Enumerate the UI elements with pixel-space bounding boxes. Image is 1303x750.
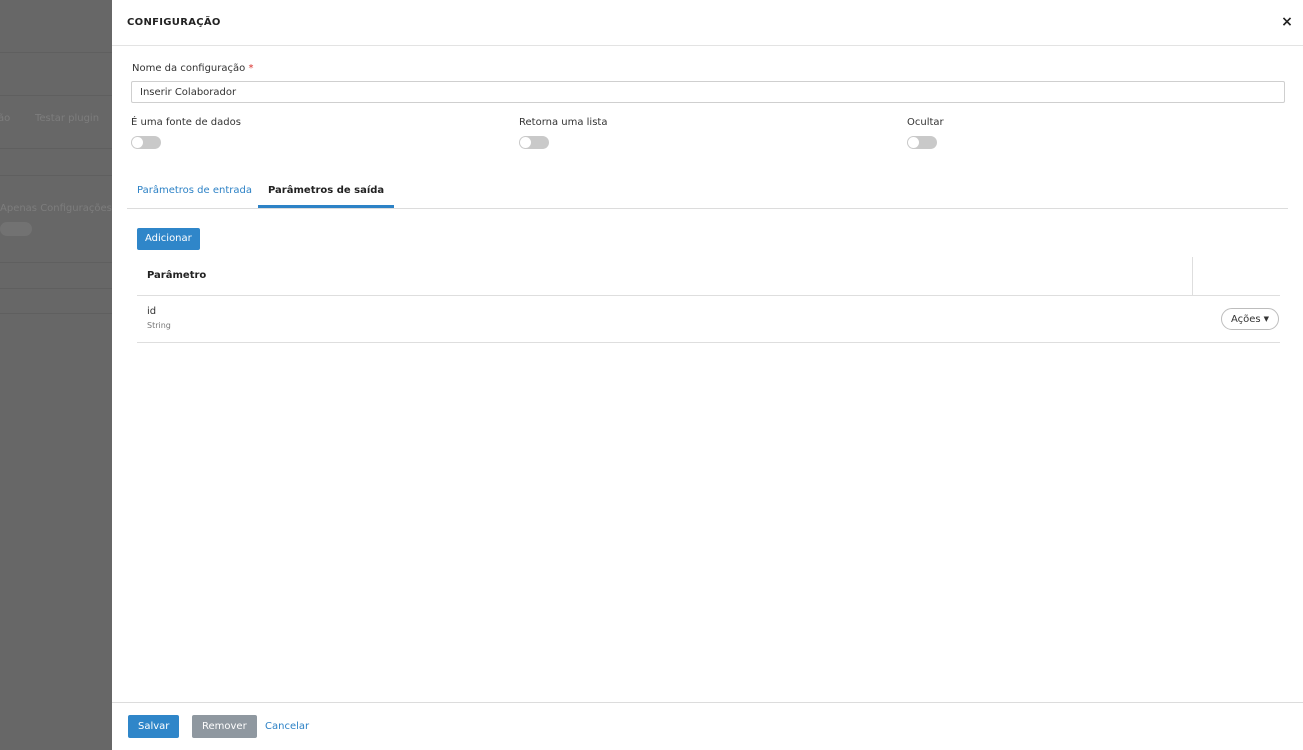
backdrop-divider [0,262,112,263]
hide-toggle-label: Ocultar [907,117,944,128]
column-divider [1192,257,1193,295]
panel-header: CONFIGURAÇÃO × [112,0,1303,46]
parameters-tabs: Parâmetros de entrada Parâmetros de saíd… [127,176,1288,209]
column-header-parameter: Parâmetro [147,270,207,281]
backdrop-text: ão [0,113,11,124]
required-indicator: * [248,63,254,74]
modal-backdrop[interactable]: ão Testar plugin Apenas Configurações [0,0,112,750]
configuration-panel: CONFIGURAÇÃO × Nome da configuração * É … [112,0,1303,750]
backdrop-divider [0,175,112,176]
toggle-knob [520,137,531,148]
save-button[interactable]: Salvar [128,715,180,738]
toggle-knob [132,137,143,148]
toggle-knob [908,137,919,148]
hide-toggle-group: Ocultar [907,117,944,149]
table-row: id String Ações ▼ [137,296,1280,343]
panel-footer: Salvar Remover Cancelar [112,702,1303,750]
app-root: ão Testar plugin Apenas Configurações CO… [0,0,1303,750]
backdrop-divider [0,148,112,149]
panel-title: CONFIGURAÇÃO [127,17,221,28]
caret-down-icon: ▼ [1263,315,1269,323]
backdrop-text: Testar plugin [35,113,100,124]
actions-label: Ações [1230,314,1261,325]
backdrop-divider [0,95,112,96]
backdrop-toggle [0,222,32,236]
returns-list-toggle-group: Retorna uma lista [519,117,607,149]
data-source-toggle-label: É uma fonte de dados [131,117,241,128]
tab-input-parameters[interactable]: Parâmetros de entrada [127,176,262,208]
parameter-name: id [147,306,157,317]
data-source-toggle[interactable] [131,136,161,149]
configuration-name-label-text: Nome da configuração [132,63,246,74]
returns-list-toggle[interactable] [519,136,549,149]
table-header: Parâmetro [137,257,1280,296]
backdrop-divider [0,288,112,289]
parameter-type: String [147,321,171,330]
data-source-toggle-group: É uma fonte de dados [131,117,241,149]
cancel-button[interactable]: Cancelar [257,715,317,738]
returns-list-toggle-label: Retorna uma lista [519,117,608,128]
hide-toggle[interactable] [907,136,937,149]
configuration-name-input[interactable] [131,81,1285,103]
configuration-name-label: Nome da configuração * [132,63,253,74]
tab-output-parameters[interactable]: Parâmetros de saída [258,176,395,208]
backdrop-text: Apenas Configurações [0,203,112,214]
remove-button[interactable]: Remover [192,715,257,738]
backdrop-divider [0,52,112,53]
add-parameter-button[interactable]: Adicionar [137,228,200,250]
parameters-table: Parâmetro id String Ações ▼ [137,257,1280,343]
close-icon[interactable]: × [1279,14,1295,30]
actions-dropdown-button[interactable]: Ações ▼ [1220,308,1279,330]
backdrop-divider [0,313,112,314]
